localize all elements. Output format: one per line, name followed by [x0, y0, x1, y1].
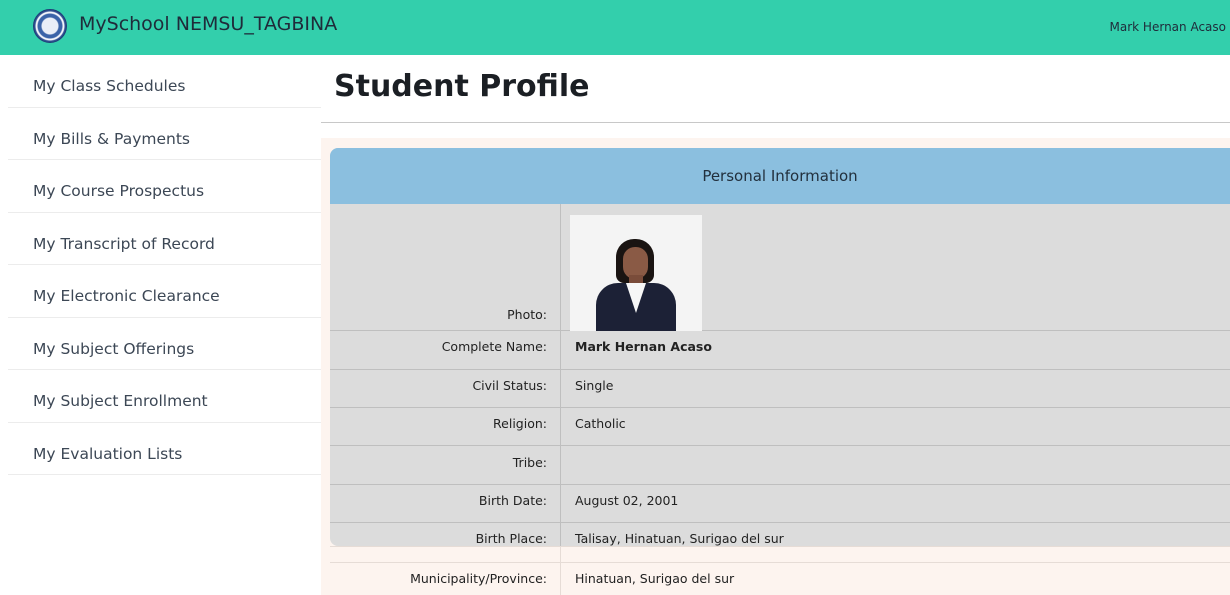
- card-header: Personal Information: [330, 148, 1230, 204]
- birth-date-row: Birth Date: August 02, 2001: [330, 485, 1230, 523]
- birth-date-value: August 02, 2001: [575, 493, 679, 508]
- birth-date-label: Birth Date:: [330, 485, 561, 522]
- page-title: Student Profile: [334, 69, 590, 104]
- sidebar-item-subject-enrollment[interactable]: My Subject Enrollment: [8, 370, 321, 423]
- sidebar-item-transcript[interactable]: My Transcript of Record: [8, 213, 321, 265]
- religion-row: Religion: Catholic: [330, 408, 1230, 446]
- religion-label: Religion:: [330, 408, 561, 445]
- complete-name-row: Complete Name: Mark Hernan Acaso: [330, 331, 1230, 370]
- personal-info-card: Personal Information Photo: Complete Nam…: [330, 148, 1230, 546]
- sidebar-item-subject-offerings[interactable]: My Subject Offerings: [8, 318, 321, 370]
- municipality-value: Hinatuan, Surigao del sur: [575, 571, 735, 586]
- title-divider: [321, 122, 1230, 123]
- civil-status-row: Civil Status: Single: [330, 370, 1230, 408]
- sidebar-item-course-prospectus[interactable]: My Course Prospectus: [8, 160, 321, 213]
- sidebar: My Class Schedules My Bills & Payments M…: [8, 55, 321, 595]
- municipality-row: Municipality/Province: Hinatuan, Surigao…: [330, 562, 1230, 595]
- complete-name-value: Mark Hernan Acaso: [575, 339, 712, 354]
- complete-name-label: Complete Name:: [330, 331, 561, 369]
- brand-title[interactable]: MySchool NEMSU_TAGBINA: [79, 13, 337, 35]
- municipality-label: Municipality/Province:: [330, 563, 561, 595]
- user-name-menu[interactable]: Mark Hernan Acaso: [1110, 20, 1226, 34]
- tribe-label: Tribe:: [330, 446, 561, 484]
- sidebar-item-electronic-clearance[interactable]: My Electronic Clearance: [8, 265, 321, 318]
- civil-status-value: Single: [575, 378, 614, 393]
- sidebar-item-bills-payments[interactable]: My Bills & Payments: [8, 108, 321, 160]
- photo-label: Photo:: [330, 204, 561, 330]
- spacer-label: [330, 547, 561, 562]
- birth-place-value: Talisay, Hinatuan, Surigao del sur: [575, 531, 784, 546]
- sidebar-item-evaluation-lists[interactable]: My Evaluation Lists: [8, 423, 321, 475]
- photo-row: Photo:: [330, 204, 1230, 331]
- birth-place-row: Birth Place: Talisay, Hinatuan, Surigao …: [330, 523, 1230, 546]
- religion-value: Catholic: [575, 416, 626, 431]
- school-seal-icon[interactable]: [33, 9, 67, 43]
- student-photo: [570, 215, 702, 331]
- tribe-value: [562, 446, 575, 484]
- main-content: Student Profile Personal Information Pho…: [321, 55, 1230, 595]
- civil-status-label: Civil Status:: [330, 370, 561, 407]
- tribe-row: Tribe:: [330, 446, 1230, 485]
- spacer-row: [330, 546, 1230, 562]
- birth-place-label: Birth Place:: [330, 523, 561, 546]
- top-navbar: MySchool NEMSU_TAGBINA Mark Hernan Acaso: [0, 0, 1230, 55]
- sidebar-item-class-schedules[interactable]: My Class Schedules: [8, 55, 321, 108]
